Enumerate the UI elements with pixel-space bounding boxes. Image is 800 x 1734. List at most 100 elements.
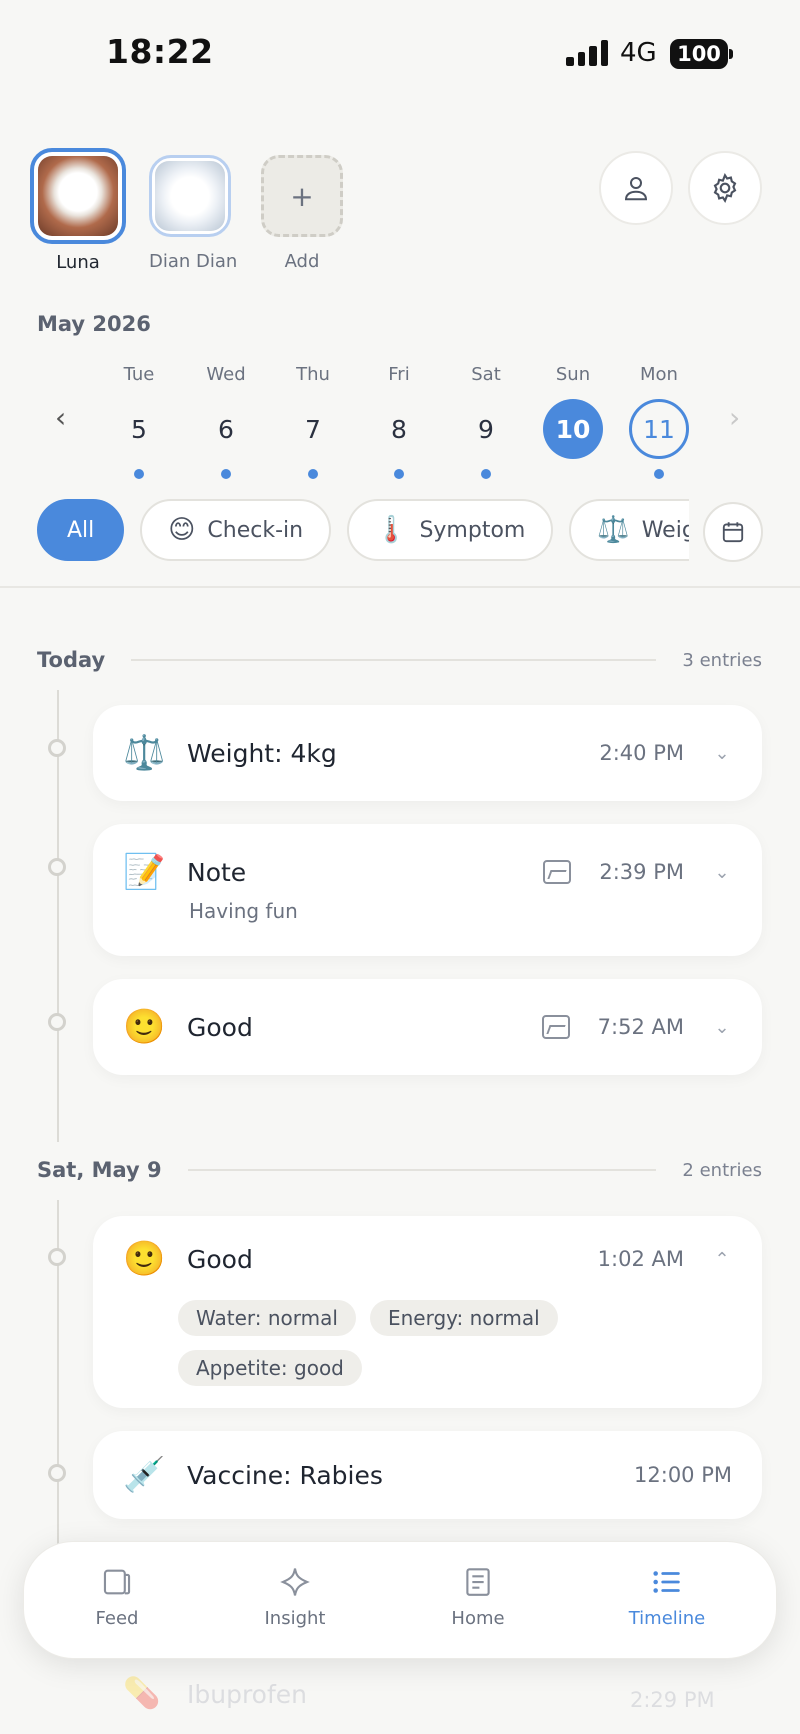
- day-number: 8: [391, 414, 407, 444]
- day-fri[interactable]: Fri 8: [364, 364, 434, 479]
- day-thu[interactable]: Thu 7: [278, 364, 348, 479]
- syringe-icon: 💉: [123, 1455, 166, 1495]
- header-divider: [0, 586, 800, 588]
- day-number: 5: [131, 414, 147, 444]
- settings-button[interactable]: [688, 151, 762, 225]
- book-icon: [466, 1568, 490, 1596]
- chevron-down-icon[interactable]: ⌄: [712, 1017, 732, 1038]
- entry-time: 2:39 PM: [599, 860, 684, 884]
- entry-time: 12:00 PM: [634, 1463, 732, 1487]
- filter-chip-symptom[interactable]: 🌡️ Symptom: [347, 499, 554, 561]
- day-name: Sat: [471, 364, 501, 385]
- tab-label: Feed: [95, 1608, 139, 1629]
- filter-chip-check-in[interactable]: 😊 Check-in: [140, 499, 332, 561]
- chip-label: Check-in: [207, 517, 304, 543]
- calendar-button[interactable]: [703, 502, 763, 562]
- network-type: 4G: [620, 38, 657, 68]
- add-pet-button[interactable]: + Add: [261, 155, 343, 272]
- tab-timeline[interactable]: Timeline: [607, 1564, 727, 1629]
- feed-icon: [103, 1569, 131, 1595]
- scale-icon: ⚖️: [597, 515, 630, 545]
- timeline-node: [48, 1248, 66, 1266]
- entry-count: 2 entries: [682, 1159, 762, 1181]
- pet-luna[interactable]: Luna: [30, 148, 126, 273]
- smile-icon: 😊: [168, 515, 196, 545]
- section-divider: [187, 1169, 657, 1171]
- chip-label: All: [67, 517, 95, 543]
- day-name: Fri: [388, 364, 410, 385]
- tab-label: Home: [451, 1608, 505, 1629]
- smile-icon: 🙂: [123, 1007, 166, 1047]
- day-wed[interactable]: Wed 6: [191, 364, 261, 479]
- sparkle-icon: [280, 1568, 310, 1596]
- entry-time: 2:40 PM: [599, 741, 684, 765]
- chip-label: Weig: [641, 517, 689, 543]
- timeline-rail: [57, 690, 59, 1142]
- list-icon: [653, 1571, 680, 1593]
- entry-count: 3 entries: [682, 649, 762, 671]
- section-header-sat-may-9: Sat, May 9 2 entries: [37, 1158, 762, 1182]
- tag-appetite: Appetite: good: [178, 1350, 362, 1386]
- entry-title: Good: [187, 1244, 253, 1274]
- image-icon: [541, 1015, 570, 1039]
- entry-card-checkin[interactable]: 🙂 Good 7:52 AM ⌄: [93, 979, 762, 1075]
- tag-water: Water: normal: [178, 1300, 356, 1336]
- entry-dot: [481, 469, 491, 479]
- day-name: Wed: [206, 364, 246, 385]
- entry-card-checkin-expanded[interactable]: 🙂 Good 1:02 AM ⌃ Water: normal Energy: n…: [93, 1216, 762, 1408]
- filter-chip-all[interactable]: All: [37, 499, 125, 561]
- add-pet-label: Add: [284, 251, 320, 272]
- entry-subtitle: Having fun: [189, 899, 298, 923]
- entry-card-vaccine[interactable]: 💉 Vaccine: Rabies 12:00 PM: [93, 1431, 762, 1519]
- section-title: Today: [37, 648, 106, 672]
- peek-entry-time: 2:29 PM: [630, 1688, 715, 1712]
- pet-dian-dian[interactable]: Dian Dian: [149, 155, 237, 272]
- next-week-arrow-icon[interactable]: ›: [729, 401, 740, 434]
- filter-chips: All 😊 Check-in 🌡️ Symptom ⚖️ Weig: [37, 499, 689, 563]
- day-tue[interactable]: Tue 5: [104, 364, 174, 479]
- day-number: 6: [218, 414, 234, 444]
- entry-card-note[interactable]: 📝 Note 2:39 PM ⌄ Having fun: [93, 824, 762, 956]
- entry-tags: Water: normal Energy: normal Appetite: g…: [178, 1300, 732, 1386]
- filter-chip-weight[interactable]: ⚖️ Weig: [569, 499, 689, 561]
- entry-dot: [308, 469, 318, 479]
- section-header-today: Today 3 entries: [37, 648, 762, 672]
- pet-name: Luna: [56, 252, 100, 273]
- entry-time: 7:52 AM: [597, 1015, 684, 1039]
- pet-avatar-dian-dian: [149, 155, 231, 237]
- tab-home[interactable]: Home: [418, 1564, 538, 1629]
- day-name: Thu: [296, 364, 330, 385]
- profile-button[interactable]: [599, 151, 673, 225]
- chevron-up-icon[interactable]: ⌃: [712, 1249, 732, 1270]
- tab-label: Timeline: [628, 1608, 706, 1629]
- chevron-down-icon[interactable]: ⌄: [712, 862, 732, 883]
- entry-dot: [394, 469, 404, 479]
- entry-title: Note: [187, 857, 247, 887]
- timeline-node: [48, 858, 66, 876]
- entry-card-weight[interactable]: ⚖️ Weight: 4kg 2:40 PM ⌄: [93, 705, 762, 801]
- bottom-tab-bar: Feed Insight Home Timeline: [23, 1541, 777, 1659]
- chevron-down-icon[interactable]: ⌄: [712, 743, 732, 764]
- calendar-icon: [722, 522, 744, 543]
- dog-photo: [155, 161, 225, 231]
- section-divider: [131, 659, 657, 661]
- entry-title: Vaccine: Rabies: [187, 1460, 383, 1490]
- prev-week-arrow-icon[interactable]: ‹: [55, 401, 66, 434]
- tab-feed[interactable]: Feed: [57, 1564, 177, 1629]
- day-name: Tue: [123, 364, 155, 385]
- smile-icon: 🙂: [123, 1239, 166, 1279]
- day-sat[interactable]: Sat 9: [451, 364, 521, 479]
- timeline-node: [48, 1013, 66, 1031]
- entry-dot: [134, 469, 144, 479]
- plus-icon: +: [261, 155, 343, 237]
- status-time: 18:22: [106, 32, 214, 71]
- day-number: 9: [478, 414, 494, 444]
- month-label: May 2026: [37, 312, 151, 336]
- day-number: 7: [305, 414, 321, 444]
- tab-insight[interactable]: Insight: [235, 1564, 355, 1629]
- image-icon: [543, 860, 572, 884]
- entry-title: Weight: 4kg: [187, 738, 337, 768]
- entry-dot: [221, 469, 231, 479]
- day-mon[interactable]: Mon 11: [624, 364, 694, 479]
- day-sun[interactable]: Sun 10: [538, 364, 608, 459]
